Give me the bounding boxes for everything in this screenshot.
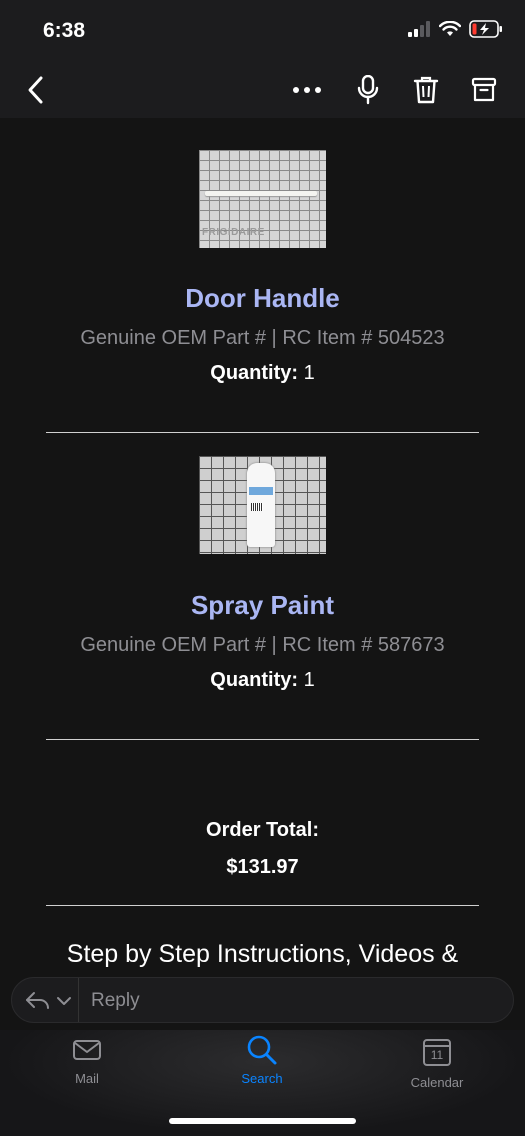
tab-calendar[interactable]: 11 Calendar <box>377 1038 497 1090</box>
order-total-label: Order Total: <box>206 819 319 841</box>
more-icon <box>293 87 321 93</box>
product-image-door-handle[interactable]: FRIGIDAIRE <box>199 150 326 248</box>
product-quantity: Quantity: 1 <box>0 669 525 692</box>
spray-can-barcode <box>251 503 263 511</box>
tab-label-mail: Mail <box>75 1071 99 1086</box>
message-toolbar <box>0 60 525 118</box>
archive-icon <box>471 77 497 102</box>
tab-search[interactable]: Search <box>202 1035 322 1086</box>
signal-icon <box>408 21 430 37</box>
door-handle-bar <box>205 191 317 196</box>
product-image-spray-paint[interactable] <box>199 456 326 554</box>
quantity-label: Quantity: <box>210 669 299 691</box>
tab-mail[interactable]: Mail <box>27 1038 147 1086</box>
product-subtitle: Genuine OEM Part # | RC Item # 587673 <box>80 634 445 656</box>
search-icon <box>247 1035 277 1065</box>
more-button[interactable] <box>287 70 327 110</box>
quantity-value: 1 <box>303 362 315 384</box>
spray-can <box>247 463 275 547</box>
status-icons <box>407 20 503 38</box>
trash-icon <box>413 76 439 104</box>
quantity-value: 1 <box>303 669 315 691</box>
quantity-label: Quantity: <box>210 362 299 384</box>
email-body: FRIGIDAIRE Door Handle Genuine OEM Part … <box>0 118 525 968</box>
order-total-value: $131.97 <box>226 856 299 878</box>
calendar-day: 11 <box>430 1048 444 1062</box>
archive-button[interactable] <box>464 70 504 110</box>
delete-button[interactable] <box>406 70 446 110</box>
reply-arrow-icon[interactable] <box>24 989 74 1013</box>
product-quantity: Quantity: 1 <box>0 362 525 385</box>
calendar-icon: 11 <box>423 1038 451 1066</box>
home-indicator <box>169 1118 356 1124</box>
mail-icon <box>73 1040 101 1060</box>
reply-placeholder[interactable]: Reply <box>91 990 140 1012</box>
status-time: 6:38 <box>43 19 86 42</box>
tab-label-calendar: Calendar <box>410 1075 464 1090</box>
product-title-spray-paint[interactable]: Spray Paint <box>0 590 525 621</box>
instructions-heading[interactable]: Step by Step Instructions, Videos & <box>0 940 525 968</box>
chevron-left-icon <box>28 76 43 104</box>
divider <box>46 432 479 433</box>
reply-area: Reply <box>0 968 525 1030</box>
back-button[interactable] <box>16 70 56 110</box>
wifi-icon <box>439 21 461 36</box>
product-subtitle: Genuine OEM Part # | RC Item # 504523 <box>80 327 445 349</box>
reply-divider <box>78 978 79 1022</box>
spray-can-label <box>249 487 273 495</box>
dictate-button[interactable] <box>348 70 388 110</box>
status-bar: 6:38 <box>0 0 525 60</box>
divider <box>46 739 479 740</box>
tab-label-search: Search <box>241 1071 283 1086</box>
product-title-door-handle[interactable]: Door Handle <box>0 283 525 314</box>
divider <box>46 905 479 906</box>
microphone-icon <box>357 75 379 105</box>
battery-icon <box>469 20 502 38</box>
reply-field[interactable]: Reply <box>11 977 514 1023</box>
brand-watermark: FRIGIDAIRE <box>202 227 265 238</box>
